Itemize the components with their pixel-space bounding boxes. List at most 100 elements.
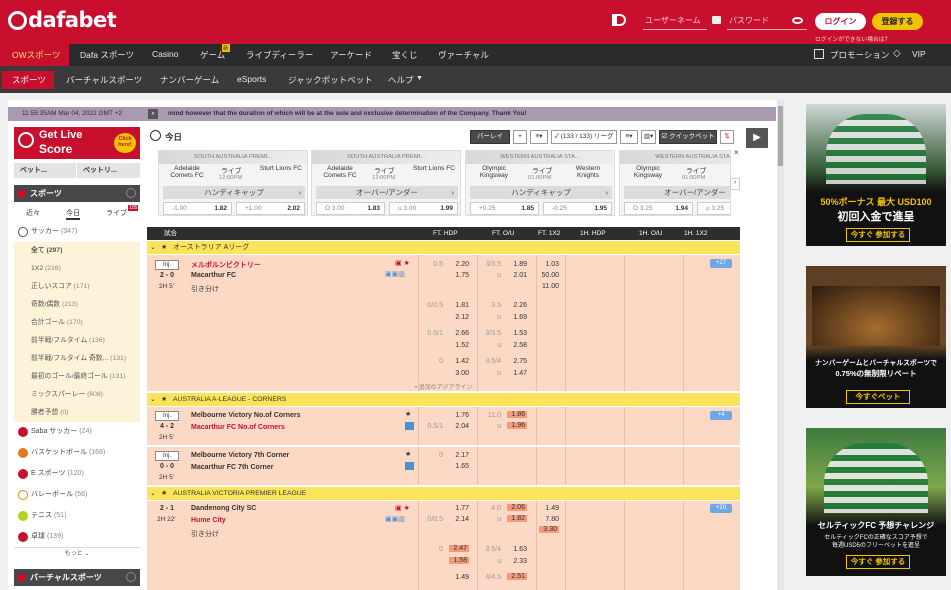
- sidebar-sub-mix-parlay[interactable]: ミックスパーレー (608): [14, 386, 140, 404]
- stats-icons[interactable]: ▣ ★: [395, 504, 415, 512]
- more-markets-button[interactable]: +20: [710, 504, 732, 513]
- forgot-login-link[interactable]: ログインができない場合は？: [815, 34, 890, 43]
- odds-button[interactable]: O 3.25 1.94: [624, 202, 693, 215]
- keyboard-icon[interactable]: [712, 16, 721, 24]
- sidebar-sub-correct-score[interactable]: 正しいスコア (171): [14, 278, 140, 296]
- info-icon[interactable]: [405, 422, 414, 430]
- nav-dafa-sports[interactable]: Dafa スポーツ: [80, 49, 134, 61]
- star-icon[interactable]: ★: [161, 241, 167, 254]
- sidebar-sub-1x2[interactable]: 1X2 (216): [14, 260, 140, 278]
- nav-live-dealer[interactable]: ライブディーラー: [246, 49, 313, 61]
- username-input[interactable]: ユーザーネーム: [643, 14, 707, 30]
- tab-live[interactable]: ライブ: [106, 208, 127, 218]
- subnav-sports[interactable]: スポーツ: [12, 74, 46, 86]
- nav-promotions[interactable]: プロモーション: [830, 49, 889, 61]
- join-now-button[interactable]: 今すぐ 参加する: [846, 228, 910, 242]
- promo-banner-celtic[interactable]: セルティックFC 予想チャレンジ セルティックFCの正確なスコア予想で 毎週US…: [806, 428, 946, 576]
- league-header[interactable]: ⌄ ★ オーストラリア Aリーグ: [147, 241, 740, 254]
- info-icons[interactable]: ▣▣▥: [385, 270, 415, 278]
- subnav-jackpot[interactable]: ジャックポットベット: [288, 74, 373, 86]
- join-now-button[interactable]: 今すぐ 参加する: [846, 555, 910, 569]
- sidebar-esports[interactable]: E スポーツ (120): [14, 465, 140, 483]
- sidebar-table-tennis[interactable]: 卓球 (139): [14, 528, 140, 546]
- tab-today[interactable]: 今日: [66, 208, 80, 220]
- subnav-virtual-sports[interactable]: バーチャルスポーツ: [66, 74, 142, 86]
- stats-icons[interactable]: ▣ ★: [395, 259, 415, 267]
- view-grid-dropdown[interactable]: ▥▾: [641, 130, 656, 144]
- market-selector[interactable]: オーバー/アンダー: [624, 186, 730, 199]
- nav-vip[interactable]: VIP: [912, 49, 926, 59]
- bet-list-tab[interactable]: ベットリ...: [77, 163, 140, 178]
- main-scrollbar[interactable]: [777, 100, 784, 590]
- sidebar-soccer[interactable]: サッカー (347): [14, 223, 140, 241]
- sidebar-sub-ht-ft[interactable]: 前半戦/フルタイム (136): [14, 332, 140, 350]
- sidebar-sub-all[interactable]: 全て (297): [14, 242, 140, 260]
- register-button[interactable]: 登録する: [872, 13, 923, 30]
- sidebar-saba-soccer[interactable]: Saba サッカー (24): [14, 423, 140, 441]
- nav-lottery[interactable]: 宝くじ: [392, 49, 418, 61]
- league-header[interactable]: ⌄ ★ AUSTRALIA VICTORIA PREMIER LEAGUE: [147, 487, 740, 500]
- nav-ow-sports[interactable]: OWスポーツ: [12, 49, 60, 61]
- nav-virtual[interactable]: ヴァーチャル: [438, 49, 489, 61]
- close-cards-icon[interactable]: ×: [734, 148, 739, 157]
- featured-match-card[interactable]: WESTERN AUSTRALIA STA... Olympic Kingswa…: [619, 150, 731, 216]
- refresh-button[interactable]: ⇅: [720, 130, 734, 144]
- more-markets-button[interactable]: +4: [710, 411, 732, 420]
- sidebar-sub-odd-even[interactable]: 奇数/偶数 (213): [14, 296, 140, 314]
- star-icon[interactable]: ★: [405, 410, 411, 418]
- info-icons[interactable]: ▣▣▥: [385, 515, 415, 523]
- sidebar-tennis[interactable]: テニス (51): [14, 507, 140, 525]
- quick-bet-toggle[interactable]: ☑ クイックベット: [659, 130, 717, 144]
- collapse-icon[interactable]: [126, 572, 136, 582]
- odds-button[interactable]: u 3.25: [697, 202, 730, 215]
- live-score-banner[interactable]: Get Live Score Click here!: [14, 127, 140, 159]
- odds-button[interactable]: +1.00 2.02: [236, 202, 305, 215]
- next-cards-arrow[interactable]: ›: [730, 178, 740, 190]
- subnav-number-game[interactable]: ナンバーゲーム: [160, 74, 219, 86]
- tab-upcoming[interactable]: 近々: [26, 208, 40, 218]
- eye-icon[interactable]: [792, 17, 803, 24]
- ticker-search-icon[interactable]: ⌕: [148, 109, 158, 119]
- star-icon[interactable]: ★: [405, 450, 411, 458]
- more-asian-lines-link[interactable]: • 追加のアジアライン: [415, 382, 473, 391]
- live-stream-play-button[interactable]: ▶: [746, 128, 768, 148]
- virtual-sports-header[interactable]: バーチャルスポーツ: [14, 569, 140, 586]
- sidebar-basketball[interactable]: バスケットボール (166): [14, 444, 140, 462]
- subnav-esports[interactable]: eSports: [237, 74, 266, 84]
- star-icon[interactable]: ★: [161, 393, 167, 406]
- market-selector[interactable]: オーバー/アンダー ›: [316, 186, 458, 199]
- odds-button[interactable]: O 3.00 1.83: [316, 202, 385, 215]
- sidebar-sub-first-last-goal[interactable]: 最初のゴール/最終ゴール (131): [14, 368, 140, 386]
- promo-banner-welcome[interactable]: 50%ボーナス 最大 USD100 初回入金で進呈 今すぐ 参加する: [806, 104, 946, 246]
- featured-match-card[interactable]: WESTERN AUSTRALIA STA... Olympic Kingswa…: [465, 150, 615, 216]
- parlay-button[interactable]: パーレイ: [470, 130, 510, 144]
- featured-match-card[interactable]: SOUTH AUSTRALIA PREMI... Adelaide Comets…: [311, 150, 461, 216]
- featured-match-card[interactable]: SOUTH AUSTRALIA PREMI... Adelaide Comets…: [158, 150, 308, 216]
- league-filter-button[interactable]: ✓ (133 / 133) リーグ: [551, 130, 617, 144]
- info-icon[interactable]: [405, 462, 414, 470]
- market-selector[interactable]: ハンディキャップ ›: [470, 186, 612, 199]
- login-button[interactable]: ログイン: [815, 13, 866, 30]
- odds-button[interactable]: -0.25 1.95: [543, 202, 612, 215]
- more-markets-button[interactable]: +27: [710, 259, 732, 268]
- sidebar-volleyball[interactable]: バレーボール (56): [14, 486, 140, 504]
- promo-banner-number-game[interactable]: ナンバーゲームとバーチャルスポーツで 0.75%の無制限リベート 今すぐベット: [806, 266, 946, 408]
- market-selector[interactable]: ハンディキャップ ›: [163, 186, 305, 199]
- subnav-help[interactable]: ヘルプ: [388, 74, 414, 86]
- bet-now-button[interactable]: 今すぐベット: [846, 390, 910, 404]
- sidebar-sub-outright[interactable]: 勝者予想 (0): [14, 404, 140, 422]
- show-more-button[interactable]: もっと ⌄: [14, 547, 140, 560]
- bet-slip-tab[interactable]: ベット...: [14, 163, 76, 178]
- nav-casino[interactable]: Casino: [152, 49, 178, 59]
- view-list-dropdown[interactable]: ≡▾: [620, 130, 638, 144]
- announcement-icon[interactable]: [612, 14, 626, 26]
- odds-button[interactable]: +0.25 1.85: [470, 202, 539, 215]
- odds-button[interactable]: -1.00 1.82: [163, 202, 232, 215]
- sports-header[interactable]: スポーツ: [14, 185, 140, 202]
- odds-button[interactable]: u 3.00 1.99: [389, 202, 458, 215]
- league-header[interactable]: ⌄ ★ AUSTRALIA A-LEAGUE - CORNERS: [147, 393, 740, 406]
- dafabet-logo[interactable]: dafabet: [8, 8, 117, 32]
- sort-dropdown[interactable]: ≡▾: [530, 130, 548, 144]
- sidebar-sub-total-goals[interactable]: 合計ゴール (170): [14, 314, 140, 332]
- star-icon[interactable]: ★: [161, 487, 167, 500]
